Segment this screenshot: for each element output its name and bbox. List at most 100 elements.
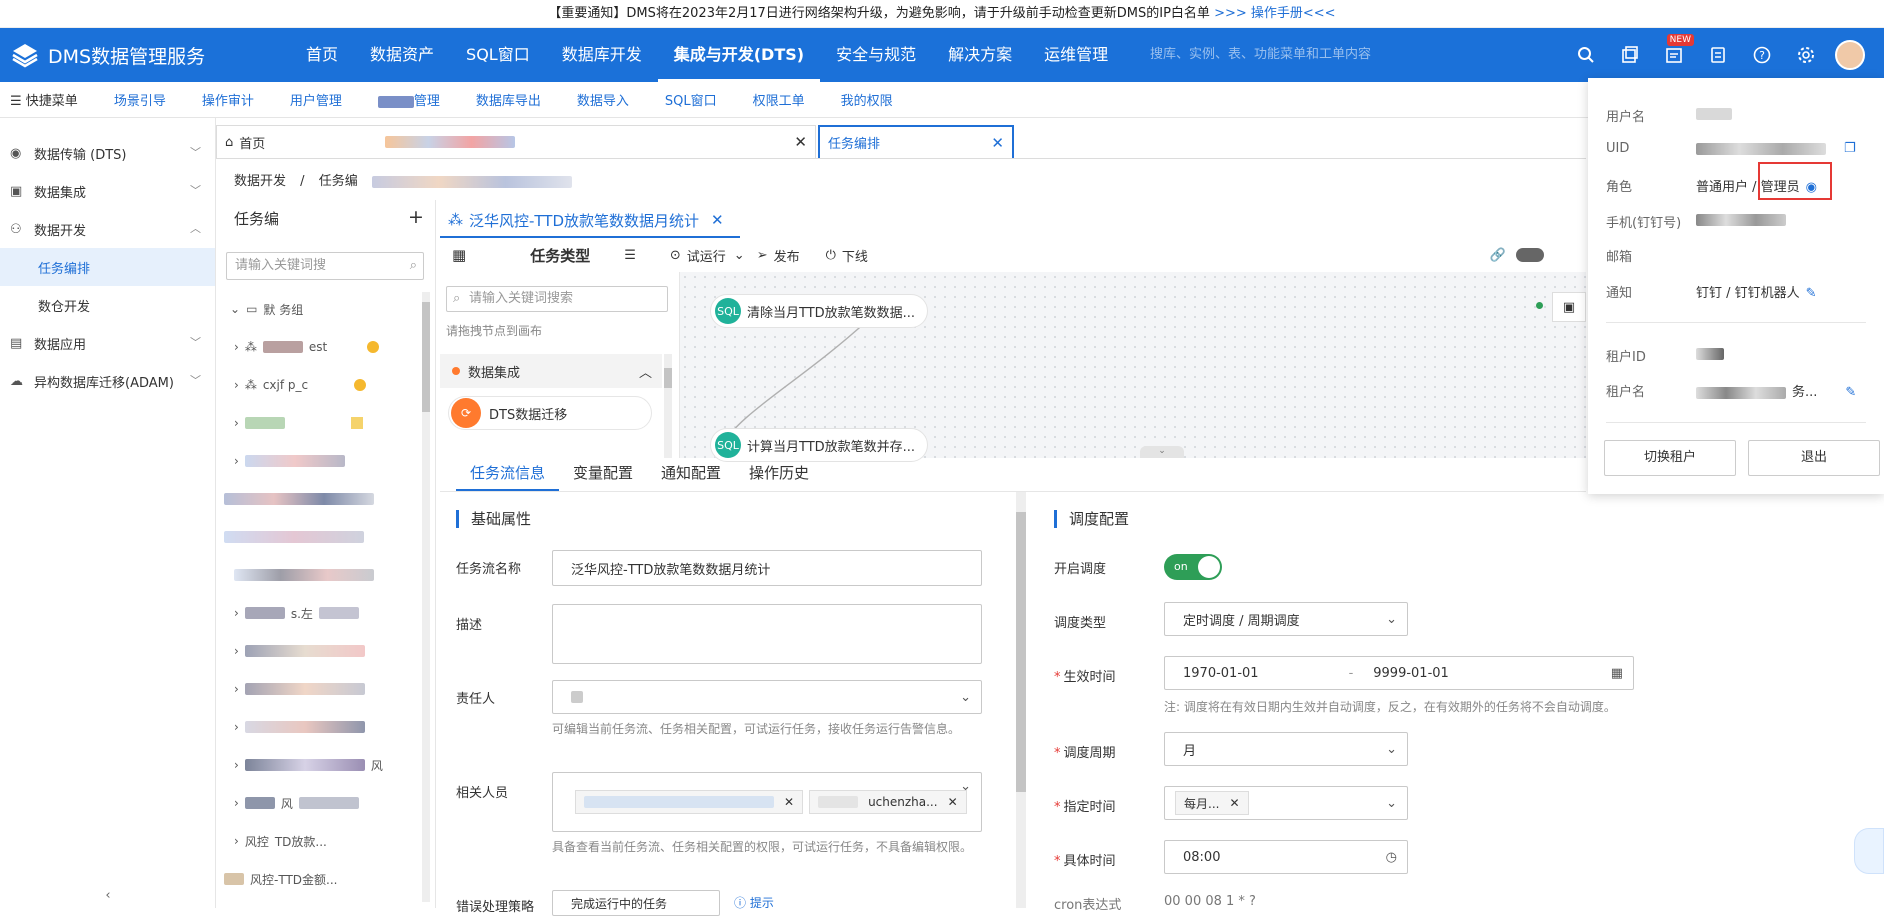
tree-row[interactable]: › 风 (234, 754, 383, 776)
flow-canvas[interactable]: SQL 清除当月TTD放款笔数数据... SQL 计算当月TTD放款笔数并存... … (680, 272, 1586, 462)
sidebar-item-dts[interactable]: ◉ 数据传输 (DTS) ﹀ (0, 134, 215, 172)
menu-ops[interactable]: 运维管理 (1028, 28, 1124, 82)
menu-sql-window[interactable]: SQL窗口 (450, 28, 546, 82)
specify-time-select[interactable]: 每月... ✕ ⌄ (1164, 786, 1408, 820)
grid-icon[interactable]: ▦ (452, 246, 466, 264)
members-select[interactable]: ✕ uchenzha... ✕ ⌄ (552, 772, 982, 832)
quick-link-user-mgmt[interactable]: 用户管理 (272, 90, 360, 109)
link-icon[interactable]: 🔗 (1490, 248, 1506, 263)
quick-link-my-perm[interactable]: 我的权限 (823, 90, 911, 109)
publish-button[interactable]: 发布 (774, 246, 800, 265)
tab-notifications[interactable]: 通知配置 (647, 457, 735, 491)
tree-search-input[interactable]: 请输入关键词搜 ⌕ (226, 252, 424, 280)
play-icon[interactable]: ⊙ (670, 248, 681, 263)
chevron-up-icon[interactable]: ︿ (639, 362, 652, 381)
tab-variables[interactable]: 变量配置 (559, 457, 647, 491)
tab-home[interactable]: ⌂ 首页 ✕ (216, 125, 816, 158)
description-textarea[interactable] (552, 604, 982, 664)
switch-tenant-button[interactable]: 切换租户 (1604, 440, 1736, 476)
menu-db-dev[interactable]: 数据库开发 (546, 28, 658, 82)
quick-menu-toggle[interactable]: ☰ 快捷菜单 (0, 90, 96, 109)
owner-select[interactable]: ⌄ (552, 680, 982, 714)
close-icon[interactable]: ✕ (711, 211, 724, 229)
edit-icon[interactable]: ✎ (1845, 385, 1856, 400)
sidebar-item-task-orchestration[interactable]: 任务编排 (0, 248, 215, 286)
task-panel-scrollbar[interactable] (664, 354, 672, 458)
quick-link-audit[interactable]: 操作审计 (184, 90, 272, 109)
add-icon[interactable]: + (408, 206, 424, 228)
quick-link-import[interactable]: 数据导入 (559, 90, 647, 109)
flow-node-clear[interactable]: SQL 清除当月TTD放款笔数数据... (710, 294, 929, 328)
time-picker[interactable]: 08:00 ◷ (1164, 840, 1408, 874)
ticket-icon[interactable] (1696, 28, 1740, 82)
close-icon[interactable]: ✕ (948, 795, 958, 809)
quick-link-perm-ticket[interactable]: 权限工单 (735, 90, 823, 109)
toggle-switch[interactable] (1516, 248, 1545, 262)
tree-row[interactable]: › (234, 716, 365, 738)
chevron-down-icon[interactable]: ⌄ (734, 248, 745, 263)
trial-run-button[interactable]: 试运行 (687, 246, 726, 265)
assistant-icon[interactable] (1854, 828, 1884, 874)
save-icon[interactable]: ▣ (1552, 292, 1586, 322)
tab-task-orchestration[interactable]: 任务编排 ✕ (818, 125, 1014, 158)
schedule-cycle-select[interactable]: 月 ⌄ (1164, 732, 1408, 766)
tree-row[interactable] (234, 564, 374, 586)
close-icon[interactable]: ✕ (1229, 796, 1239, 810)
tree-folder-row[interactable]: ⌄ ▭ 默 务组 (230, 298, 303, 320)
global-search-input[interactable]: 搜库、实例、表、功能菜单和工单内容 (1140, 38, 1580, 72)
menu-integration-dev[interactable]: 集成与开发(DTS) (657, 28, 821, 82)
search-icon[interactable] (1564, 28, 1608, 82)
tree-row[interactable]: › ⁂ est (234, 336, 380, 358)
sidebar-item-adam[interactable]: ☁ 异构数据库迁移(ADAM) ﹀ (0, 362, 215, 400)
close-icon[interactable]: ✕ (991, 134, 1004, 152)
copy-icon[interactable]: ❐ (1844, 141, 1856, 156)
flow-tab[interactable]: ⁂ 泛华风控-TTD放款笔数数据月统计 ✕ (440, 204, 740, 238)
tab-flow-info[interactable]: 任务流信息 (456, 457, 560, 491)
schedule-type-select[interactable]: 定时调度 / 周期调度 ⌄ (1164, 602, 1408, 636)
sidebar-item-data-app[interactable]: ▤ 数据应用 ﹀ (0, 324, 215, 362)
logout-button[interactable]: 退出 (1748, 440, 1880, 476)
quick-link-scenario[interactable]: 场景引导 (96, 90, 184, 109)
task-item-dts-migration[interactable]: ⟳ DTS数据迁移 (448, 396, 652, 430)
close-icon[interactable]: ✕ (794, 133, 807, 151)
menu-data-assets[interactable]: 数据资产 (354, 28, 450, 82)
tree-row[interactable]: › 风控 TD放款... (234, 830, 327, 852)
quick-link-mgmt[interactable]: 管理 (360, 90, 458, 109)
menu-home[interactable]: 首页 (290, 28, 354, 82)
close-icon[interactable]: ✕ (784, 795, 794, 809)
banner-manual-link[interactable]: >>> 操作手册<<< (1214, 6, 1336, 21)
tree-row[interactable] (224, 526, 364, 548)
breadcrumb-item[interactable]: 数据开发 (234, 174, 286, 189)
flow-name-input[interactable]: 泛华风控-TTD放款笔数数据月统计 (552, 550, 982, 586)
tree-row[interactable]: › (234, 412, 363, 434)
sidebar-item-data-dev[interactable]: ⚇ 数据开发 ︿ (0, 210, 215, 248)
collapse-handle-icon[interactable]: ⌄ (1140, 446, 1184, 458)
sidebar-item-warehouse-dev[interactable]: 数仓开发 (0, 286, 215, 324)
error-strategy-select[interactable]: 完成运行中的任务 (552, 890, 720, 916)
tree-row[interactable]: › (234, 640, 365, 662)
tasks-icon[interactable] (1608, 28, 1652, 82)
breadcrumb-item[interactable]: 任务编 (319, 174, 358, 189)
effective-date-range[interactable]: 1970-01-01 - 9999-01-01 ▦ (1164, 656, 1634, 690)
task-group-integration[interactable]: 数据集成 ︿ (440, 354, 662, 388)
search-icon[interactable]: ⌕ (410, 253, 417, 279)
menu-security[interactable]: 安全与规范 (820, 28, 932, 82)
tree-row[interactable]: › ⁂ cxjf p_c (234, 374, 367, 396)
tree-row[interactable] (224, 488, 374, 510)
task-type-search-input[interactable]: ⌕ 请输入关键词搜索 (446, 286, 668, 312)
settings-icon[interactable] (1784, 28, 1828, 82)
sidebar-item-integration[interactable]: ▣ 数据集成 ﹀ (0, 172, 215, 210)
quick-link-export[interactable]: 数据库导出 (458, 90, 559, 109)
tab-history[interactable]: 操作历史 (735, 457, 823, 491)
menu-solutions[interactable]: 解决方案 (932, 28, 1028, 82)
quick-link-sql[interactable]: SQL窗口 (647, 90, 735, 109)
tree-row[interactable]: › (234, 678, 365, 700)
user-avatar[interactable] (1828, 28, 1872, 82)
edit-icon[interactable]: ✎ (1806, 286, 1817, 301)
schedule-switch[interactable]: on (1164, 554, 1222, 580)
collapse-list-icon[interactable]: ☰ (624, 248, 636, 263)
tree-scrollbar[interactable] (422, 292, 430, 902)
release-notes-icon[interactable]: NEW (1652, 28, 1696, 82)
help-icon[interactable]: ? (1740, 28, 1784, 82)
sidebar-collapse-icon[interactable]: ‹ (0, 884, 216, 908)
